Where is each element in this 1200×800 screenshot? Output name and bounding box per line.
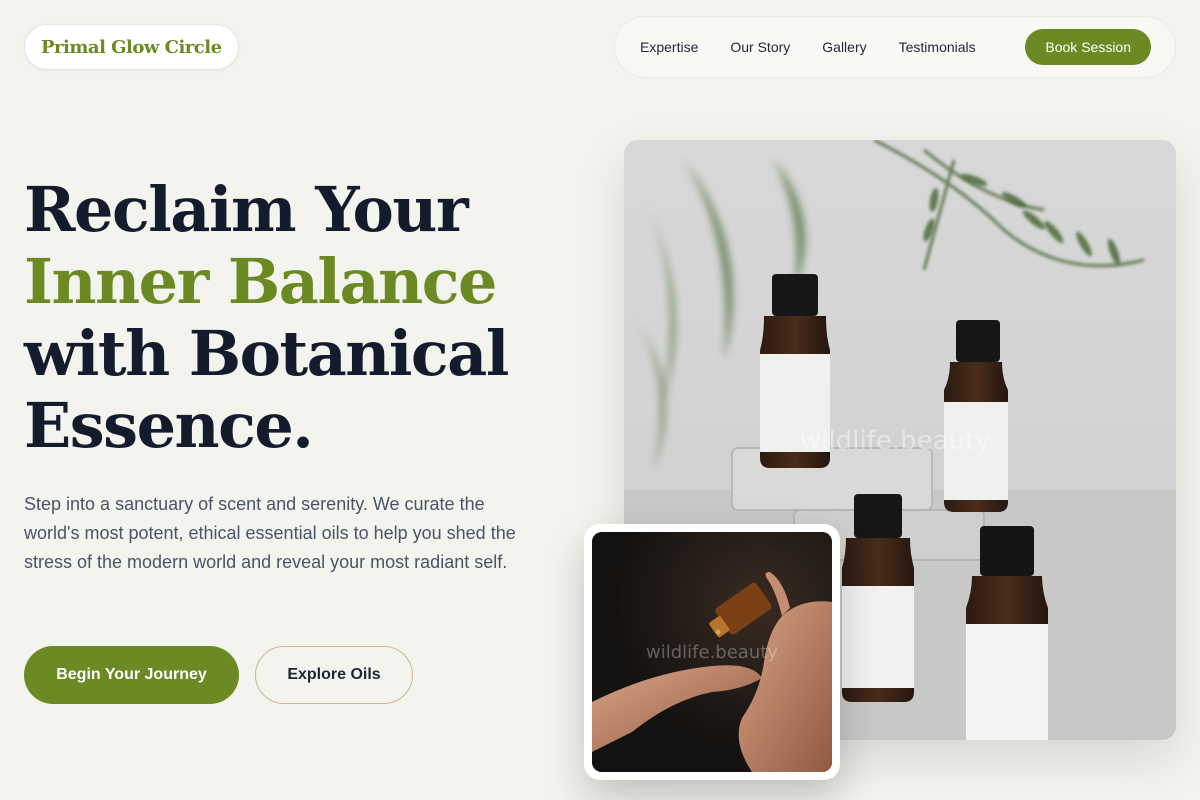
brand-name: Primal Glow Circle <box>41 36 222 58</box>
book-session-button[interactable]: Book Session <box>1025 29 1151 65</box>
brand-logo[interactable]: Primal Glow Circle <box>24 24 239 70</box>
nav-link-testimonials[interactable]: Testimonials <box>899 39 976 55</box>
inset-photo-oil-drop: wildlife.beauty <box>592 532 832 772</box>
hero-title-line-4: Essence. <box>24 389 314 462</box>
nav-link-gallery[interactable]: Gallery <box>822 39 866 55</box>
inset-photo-watermark: wildlife.beauty <box>646 642 778 663</box>
begin-journey-button[interactable]: Begin Your Journey <box>24 646 239 704</box>
hero-title-line-2: Inner Balance <box>24 245 497 318</box>
hero-description: Step into a sanctuary of scent and seren… <box>24 494 516 572</box>
inset-photo-frame: wildlife.beauty <box>584 524 840 780</box>
explore-oils-button[interactable]: Explore Oils <box>255 646 413 704</box>
nav-link-our-story[interactable]: Our Story <box>730 39 790 55</box>
hero-title: Reclaim Your Inner Balance with Botanica… <box>24 174 584 462</box>
hero-title-line-3: with Botanical <box>24 317 509 390</box>
hero-title-line-1: Reclaim Your <box>24 173 469 246</box>
nav-link-expertise[interactable]: Expertise <box>640 39 698 55</box>
main-photo-watermark: wildlife.beauty <box>800 426 991 456</box>
main-nav: Expertise Our Story Gallery Testimonials… <box>614 16 1176 78</box>
